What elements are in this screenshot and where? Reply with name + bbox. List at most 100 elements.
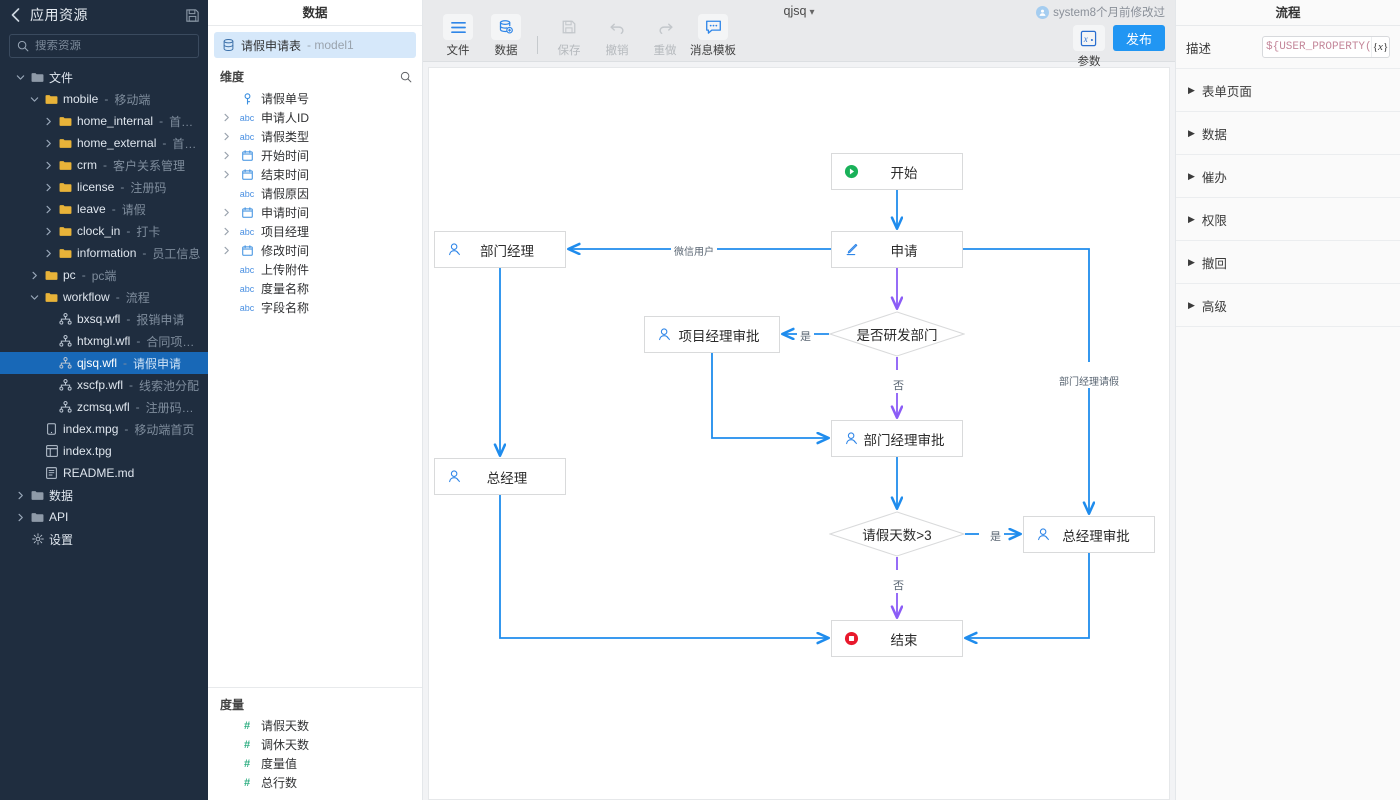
chevron-right-icon[interactable]	[222, 170, 233, 179]
tree-item-[interactable]: 设置	[0, 528, 208, 550]
chevron-right-icon[interactable]	[28, 271, 40, 280]
dimension-field[interactable]: abc请假原因	[208, 184, 422, 203]
model-item[interactable]: 请假申请表 - model1	[214, 32, 416, 58]
publish-button[interactable]: 发布	[1113, 25, 1165, 51]
tree-item-qjsq.wfl[interactable]: qjsq.wfl-请假申请	[0, 352, 208, 374]
chevron-right-icon[interactable]	[42, 205, 54, 214]
measure-field[interactable]: #总行数	[208, 773, 422, 792]
chevron-right-icon[interactable]	[222, 151, 233, 160]
chevron-right-icon[interactable]	[14, 491, 26, 500]
chevron-right-icon[interactable]	[42, 139, 54, 148]
chevron-right-icon[interactable]	[222, 132, 233, 141]
flow-edge-label: 否	[890, 577, 907, 593]
flow-edge-label: 是	[987, 528, 1004, 544]
flow-node-deptapp[interactable]: 部门经理审批	[831, 420, 963, 457]
folder-icon	[58, 116, 73, 127]
chevron-down-icon[interactable]	[28, 293, 40, 302]
tree-item-xscfp.wfl[interactable]: xscfp.wfl-线索池分配	[0, 374, 208, 396]
param-button[interactable]: x 参数	[1073, 25, 1105, 69]
flow-decision-days3[interactable]: 请假天数>3	[829, 511, 965, 557]
tree-item-README.md[interactable]: README.md	[0, 462, 208, 484]
flow-node-start[interactable]: 开始	[831, 153, 963, 190]
chevron-right-icon[interactable]	[42, 249, 54, 258]
tree-item-[interactable]: 数据	[0, 484, 208, 506]
chevron-down-icon[interactable]	[14, 73, 26, 82]
dimension-field[interactable]: 修改时间	[208, 241, 422, 260]
dimension-field[interactable]: abc上传附件	[208, 260, 422, 279]
flow-node-projapp[interactable]: 项目经理审批	[644, 316, 780, 353]
toolbar-button-文件[interactable]: 文件	[435, 14, 481, 58]
tree-item-home_external[interactable]: home_external-首…	[0, 132, 208, 154]
tree-item-information[interactable]: information-员工信息	[0, 242, 208, 264]
measure-field[interactable]: #度量值	[208, 754, 422, 773]
toolbar-button-数据[interactable]: 数据	[483, 14, 529, 58]
user-blue-icon	[447, 469, 462, 484]
search-input[interactable]	[35, 40, 191, 52]
chevron-down-icon[interactable]	[28, 95, 40, 104]
tree-item-clock_in[interactable]: clock_in-打卡	[0, 220, 208, 242]
tree-item-index.mpg[interactable]: index.mpg-移动端首页	[0, 418, 208, 440]
dimension-field[interactable]: abc字段名称	[208, 298, 422, 317]
save-icon[interactable]	[184, 7, 200, 23]
chevron-right-icon[interactable]	[42, 161, 54, 170]
chevron-right-icon[interactable]	[42, 227, 54, 236]
chevron-right-icon[interactable]	[42, 183, 54, 192]
resource-tree: 文件mobile-移动端home_internal-首…home_externa…	[0, 64, 208, 550]
chevron-right-icon[interactable]	[42, 117, 54, 126]
measure-field[interactable]: #调休天数	[208, 735, 422, 754]
tree-item-mobile[interactable]: mobile-移动端	[0, 88, 208, 110]
toolbar-button-消息模板[interactable]: 消息模板	[690, 14, 736, 58]
dimension-field[interactable]: 开始时间	[208, 146, 422, 165]
canvas-wrapper[interactable]: 开始申请 部门经理总经理 项目经理审批部门经理审批总经理审批结束 是否研发部门请假天数…	[423, 62, 1175, 800]
tree-item-index.tpg[interactable]: index.tpg	[0, 440, 208, 462]
tree-item-label: qjsq.wfl	[77, 356, 117, 370]
dimension-field[interactable]: 申请时间	[208, 203, 422, 222]
tree-item-label: home_external	[77, 136, 156, 150]
dimension-field[interactable]: 结束时间	[208, 165, 422, 184]
chevron-right-icon[interactable]	[222, 227, 233, 236]
tree-item-workflow[interactable]: workflow-流程	[0, 286, 208, 308]
chevron-right-icon: ▶	[1188, 171, 1195, 182]
properties-section-高级[interactable]: ▶高级	[1176, 284, 1400, 327]
description-input[interactable]: ${USER_PROPERTY( {x}	[1262, 36, 1390, 58]
search-box[interactable]	[9, 34, 199, 58]
back-icon[interactable]	[8, 8, 22, 22]
tree-item-home_internal[interactable]: home_internal-首…	[0, 110, 208, 132]
formula-icon[interactable]: {x}	[1371, 37, 1389, 57]
tree-item-leave[interactable]: leave-请假	[0, 198, 208, 220]
flow-decision-isrd[interactable]: 是否研发部门	[829, 311, 965, 357]
properties-section-表单页面[interactable]: ▶表单页面	[1176, 69, 1400, 112]
properties-section-权限[interactable]: ▶权限	[1176, 198, 1400, 241]
tree-item-pc[interactable]: pc-pc端	[0, 264, 208, 286]
search-icon[interactable]	[400, 71, 412, 83]
tree-item-zcmsq.wfl[interactable]: zcmsq.wfl-注册码…	[0, 396, 208, 418]
chevron-right-icon[interactable]	[222, 208, 233, 217]
tree-item-htxmgl.wfl[interactable]: htxmgl.wfl-合同项…	[0, 330, 208, 352]
measure-field[interactable]: #请假天数	[208, 716, 422, 735]
tree-item-crm[interactable]: crm-客户关系管理	[0, 154, 208, 176]
flow-node-deptmgr[interactable]: 部门经理	[434, 231, 566, 268]
flow-node-genmgr[interactable]: 总经理	[434, 458, 566, 495]
flow-canvas[interactable]: 开始申请 部门经理总经理 项目经理审批部门经理审批总经理审批结束 是否研发部门请假天数…	[428, 67, 1170, 800]
dimension-field[interactable]: 请假单号	[208, 89, 422, 108]
dimension-field[interactable]: abc请假类型	[208, 127, 422, 146]
dimension-field[interactable]: abc度量名称	[208, 279, 422, 298]
flow-node-genapp[interactable]: 总经理审批	[1023, 516, 1155, 553]
flow-node-apply[interactable]: 申请	[831, 231, 963, 268]
tree-item-desc: pc端	[92, 267, 117, 284]
properties-section-催办[interactable]: ▶催办	[1176, 155, 1400, 198]
chevron-down-icon[interactable]: ▾	[809, 7, 814, 18]
abc-type-icon: abc	[238, 265, 256, 275]
flow-node-end[interactable]: 结束	[831, 620, 963, 657]
tree-item-[interactable]: 文件	[0, 66, 208, 88]
tree-item-license[interactable]: license-注册码	[0, 176, 208, 198]
properties-section-撤回[interactable]: ▶撤回	[1176, 241, 1400, 284]
chevron-right-icon[interactable]	[222, 113, 233, 122]
chevron-right-icon[interactable]	[14, 513, 26, 522]
chevron-right-icon[interactable]	[222, 246, 233, 255]
properties-section-数据[interactable]: ▶数据	[1176, 112, 1400, 155]
dimension-field[interactable]: abc项目经理	[208, 222, 422, 241]
tree-item-bxsq.wfl[interactable]: bxsq.wfl-报销申请	[0, 308, 208, 330]
tree-item-API[interactable]: API	[0, 506, 208, 528]
dimension-field[interactable]: abc申请人ID	[208, 108, 422, 127]
